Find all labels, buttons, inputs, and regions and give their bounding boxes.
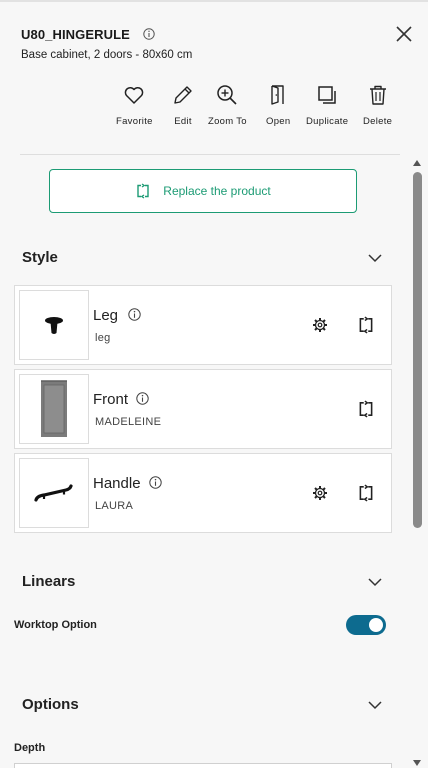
worktop-option-toggle[interactable] <box>346 615 386 635</box>
worktop-option-label: Worktop Option <box>14 619 97 631</box>
zoom-in-icon <box>217 85 238 105</box>
leg-image <box>45 317 63 334</box>
style-item-leg[interactable]: Leg leg <box>14 285 392 365</box>
duplicate-icon <box>318 86 336 104</box>
front-image <box>41 380 67 437</box>
replace-product-label: Replace the product <box>163 184 271 198</box>
front-title: Front <box>93 391 129 408</box>
depth-select[interactable] <box>14 763 392 768</box>
zoom-to-label: Zoom To <box>208 116 247 127</box>
toggle-knob <box>369 618 383 632</box>
options-section-title: Options <box>22 696 79 713</box>
style-item-handle[interactable]: Handle LAURA <box>14 453 392 533</box>
duplicate-button[interactable]: Duplicate <box>306 83 348 127</box>
top-border <box>0 0 428 2</box>
chevron-down-icon[interactable] <box>367 574 383 590</box>
leg-subtitle: leg <box>95 332 111 344</box>
front-subtitle: MADELEINE <box>95 416 162 428</box>
style-section-title: Style <box>22 249 58 266</box>
linears-section-title: Linears <box>22 573 76 590</box>
swap-icon[interactable] <box>357 316 375 334</box>
chevron-down-icon[interactable] <box>367 250 383 266</box>
duplicate-label: Duplicate <box>306 116 349 127</box>
product-title: U80_HINGERULE <box>21 27 130 42</box>
delete-button[interactable]: Delete <box>363 83 392 127</box>
info-icon[interactable] <box>149 476 162 489</box>
front-thumbnail <box>19 374 89 444</box>
toolbar-divider <box>20 154 400 155</box>
door-open-icon <box>271 85 284 105</box>
handle-title: Handle <box>93 475 141 492</box>
product-properties-panel: U80_HINGERULE Base cabinet, 2 doors - 80… <box>0 0 428 768</box>
open-label: Open <box>266 116 291 127</box>
swap-icon[interactable] <box>357 484 375 502</box>
edit-label: Edit <box>174 116 192 127</box>
close-icon[interactable] <box>394 24 414 44</box>
swap-icon[interactable] <box>357 400 375 418</box>
leg-thumbnail <box>19 290 89 360</box>
scroll-up-arrow[interactable] <box>412 159 422 167</box>
gear-icon[interactable] <box>312 485 328 501</box>
trash-icon <box>369 85 386 105</box>
scroll-down-arrow[interactable] <box>412 759 422 767</box>
style-item-front[interactable]: Front MADELEINE <box>14 369 392 449</box>
handle-subtitle: LAURA <box>95 500 134 512</box>
product-toolbar: Favorite Edit Zoom To Open Duplicate Del… <box>110 83 400 131</box>
handle-image <box>34 484 73 502</box>
product-subtitle: Base cabinet, 2 doors - 80x60 cm <box>21 49 193 61</box>
delete-label: Delete <box>363 116 393 127</box>
info-icon[interactable] <box>128 308 141 321</box>
info-icon[interactable] <box>143 28 155 40</box>
edit-button[interactable]: Edit <box>171 83 195 127</box>
heart-icon <box>125 87 144 104</box>
open-button[interactable]: Open <box>266 83 290 127</box>
replace-product-button[interactable]: Replace the product <box>49 169 357 213</box>
chevron-down-icon[interactable] <box>367 697 383 713</box>
favorite-label: Favorite <box>116 116 153 127</box>
pencil-icon <box>174 86 192 104</box>
zoom-to-button[interactable]: Zoom To <box>208 83 247 127</box>
handle-thumbnail <box>19 458 89 528</box>
info-icon[interactable] <box>136 392 149 405</box>
leg-title: Leg <box>93 307 119 324</box>
swap-icon <box>137 183 149 199</box>
depth-label: Depth <box>14 742 46 754</box>
scrollbar-thumb[interactable] <box>413 172 422 528</box>
gear-icon[interactable] <box>312 317 328 333</box>
favorite-button[interactable]: Favorite <box>116 83 153 127</box>
